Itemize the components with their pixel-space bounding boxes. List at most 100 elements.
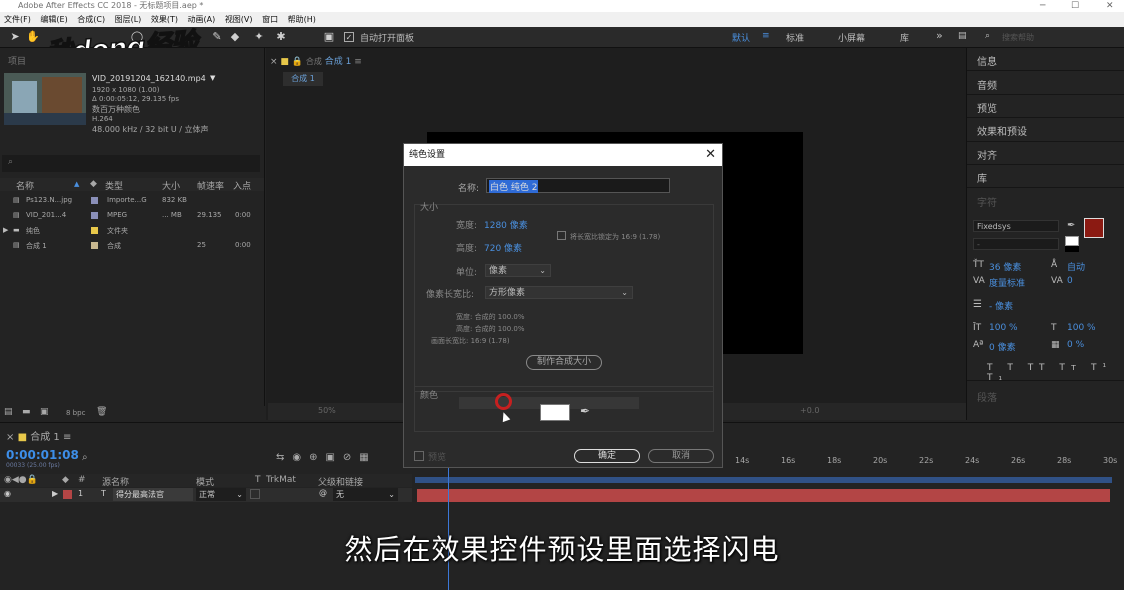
snap-icon[interactable]: ▣ (322, 30, 336, 44)
panel-character[interactable]: 字符 (977, 194, 997, 209)
unit-select[interactable]: 像素 ⌄ (485, 264, 551, 277)
expand-folder-icon[interactable]: ▶ (3, 226, 8, 234)
bit-depth-label[interactable]: 8 bpc (66, 409, 85, 417)
name-input[interactable]: 白色 纯色 2 (486, 178, 670, 193)
lock-aspect-checkbox[interactable] (557, 231, 566, 240)
font-style-select[interactable]: - (973, 238, 1059, 250)
workspace-library[interactable]: 库 (900, 31, 909, 44)
selection-tool-icon[interactable]: ➤ (8, 30, 22, 44)
workspace-menu-icon[interactable]: ≡ (762, 31, 770, 41)
vertical-scale-value[interactable]: 100 % (989, 323, 1018, 333)
panel-audio[interactable]: 音频 (977, 77, 997, 92)
panel-info[interactable]: 信息 (977, 53, 997, 68)
col-size[interactable]: 大小 (162, 179, 180, 192)
exposure-value[interactable]: +0.0 (800, 406, 819, 415)
leading-value[interactable]: 自动 (1067, 260, 1085, 273)
hand-tool-icon[interactable]: ✋ (26, 30, 40, 44)
pickwhip-icon[interactable]: @ (319, 488, 327, 497)
timeline-menu-icon[interactable]: ≡ (63, 432, 71, 443)
panel-preview[interactable]: 预览 (977, 100, 997, 115)
parent-select[interactable]: 无 ⌄ (333, 488, 398, 501)
dialog-close-icon[interactable]: ✕ (705, 144, 716, 166)
composition-tab[interactable]: × ■ 🔒 合成 合成 1 ≡ (270, 54, 362, 67)
col-type[interactable]: 类型 (105, 179, 123, 192)
timeline-tab[interactable]: × ■ 合成 1 ≡ (6, 428, 71, 443)
layer-mode-select[interactable]: 正常 ⌄ (196, 488, 246, 501)
expand-layer-icon[interactable]: ▶ (52, 489, 58, 498)
project-item[interactable]: ▤ 合成 1 合成 25 0:00 (0, 239, 264, 253)
panel-toggle-icon[interactable]: ▤ (958, 31, 967, 41)
item-label-color[interactable] (91, 212, 98, 219)
new-folder-icon[interactable]: ▬ (22, 407, 31, 417)
eyedropper-icon[interactable]: ✒ (1067, 220, 1075, 231)
menu-edit[interactable]: 编辑(E) (40, 15, 67, 24)
search-help-input[interactable]: 搜索帮助 (1002, 32, 1034, 43)
color-swatch[interactable] (540, 404, 570, 421)
tab-menu-icon[interactable]: ≡ (354, 57, 362, 67)
col-in[interactable]: 入点 (233, 179, 251, 192)
col-name[interactable]: 名称 (16, 179, 34, 192)
auto-open-checkbox[interactable]: ✓ (344, 32, 354, 42)
font-size-value[interactable]: 36 像素 (989, 260, 1021, 273)
sort-icon[interactable]: ▲ (74, 180, 79, 188)
horizontal-scale-value[interactable]: 100 % (1067, 323, 1096, 333)
panel-library[interactable]: 库 (977, 170, 987, 185)
workspace-default[interactable]: 默认 (732, 31, 750, 44)
menu-composition[interactable]: 合成(C) (77, 15, 105, 24)
maximize-icon[interactable]: ☐ (1071, 0, 1079, 12)
current-timecode[interactable]: 0:00:01:08 (6, 448, 79, 462)
col-trkmat[interactable]: TrkMat (266, 475, 296, 485)
workspace-small-screen[interactable]: 小屏幕 (838, 31, 865, 44)
timeline-search-icon[interactable]: ⌕ (82, 452, 88, 463)
label-column-icon[interactable]: ◆ (90, 179, 97, 189)
menu-view[interactable]: 视图(V) (225, 15, 253, 24)
stroke-width-value[interactable]: - 像素 (989, 299, 1013, 312)
close-timeline-icon[interactable]: × (6, 432, 14, 443)
footage-dropdown-icon[interactable]: ▼ (210, 74, 215, 82)
panel-paragraph[interactable]: 段落 (977, 389, 997, 404)
roto-tool-icon[interactable]: ✦ (252, 30, 266, 44)
minimize-icon[interactable]: ─ (1040, 0, 1045, 12)
menu-window[interactable]: 窗口 (262, 15, 278, 24)
composition-subtab[interactable]: 合成 1 (283, 72, 323, 86)
layer-duration-bar[interactable] (417, 489, 1110, 502)
col-t[interactable]: T (255, 475, 261, 485)
menu-help[interactable]: 帮助(H) (288, 15, 316, 24)
panel-effects-presets[interactable]: 效果和预设 (977, 123, 1027, 138)
more-workspaces-icon[interactable]: » (936, 29, 943, 42)
tracking-value[interactable]: 0 (1067, 276, 1073, 286)
kerning-value[interactable]: 度量标准 (989, 276, 1025, 289)
interpret-footage-icon[interactable]: ▤ (4, 407, 13, 417)
timeline-switch-icons[interactable]: ⇆◉⊕▣⊘▦ (276, 452, 377, 463)
panel-align[interactable]: 对齐 (977, 147, 997, 162)
zoom-level[interactable]: 50% (318, 406, 336, 415)
col-source-name[interactable]: 源名称 (102, 475, 129, 488)
brush-tool-icon[interactable]: ✎ (210, 30, 224, 44)
puppet-tool-icon[interactable]: ✱ (274, 30, 288, 44)
visibility-eye-icon[interactable]: ◉ (4, 489, 11, 498)
item-label-color[interactable] (91, 227, 98, 234)
lock-icon[interactable]: 🔒 (292, 57, 303, 67)
search-help-icon[interactable]: ⌕ (985, 31, 990, 41)
workspace-standard[interactable]: 标准 (786, 31, 804, 44)
fill-color-swatch[interactable] (1084, 218, 1104, 238)
menu-layer[interactable]: 图层(L) (115, 15, 142, 24)
width-value[interactable]: 1280 像素 (484, 218, 528, 231)
layer-label-color[interactable] (63, 490, 72, 499)
eraser-tool-icon[interactable]: ◆ (228, 30, 242, 44)
item-label-color[interactable] (91, 242, 98, 249)
project-item[interactable]: ▤ Ps123.N...jpg Importe...G 832 KB (0, 194, 264, 208)
col-mode[interactable]: 模式 (196, 475, 214, 488)
project-item[interactable]: ▤ VID_201...4 MPEG ... MB 29.135 0:00 (0, 209, 264, 223)
item-label-color[interactable] (91, 197, 98, 204)
project-item[interactable]: ▶ ▬ 纯色 文件夹 (0, 224, 264, 238)
font-family-select[interactable]: Fixedsys (973, 220, 1059, 232)
color-eyedropper-icon[interactable]: ✒ (580, 404, 590, 418)
close-tab-icon[interactable]: × (270, 57, 278, 67)
work-area-bar[interactable] (415, 477, 1112, 483)
col-fps[interactable]: 帧速率 (197, 179, 224, 192)
layer-row[interactable]: ◉ ▶ 1 T 得分最高法官 正常 ⌄ @ 无 ⌄ (0, 488, 412, 502)
col-parent[interactable]: 父级和链接 (318, 475, 363, 488)
make-comp-size-button[interactable]: 制作合成大小 (526, 355, 602, 370)
black-swatch[interactable] (1065, 246, 1079, 252)
